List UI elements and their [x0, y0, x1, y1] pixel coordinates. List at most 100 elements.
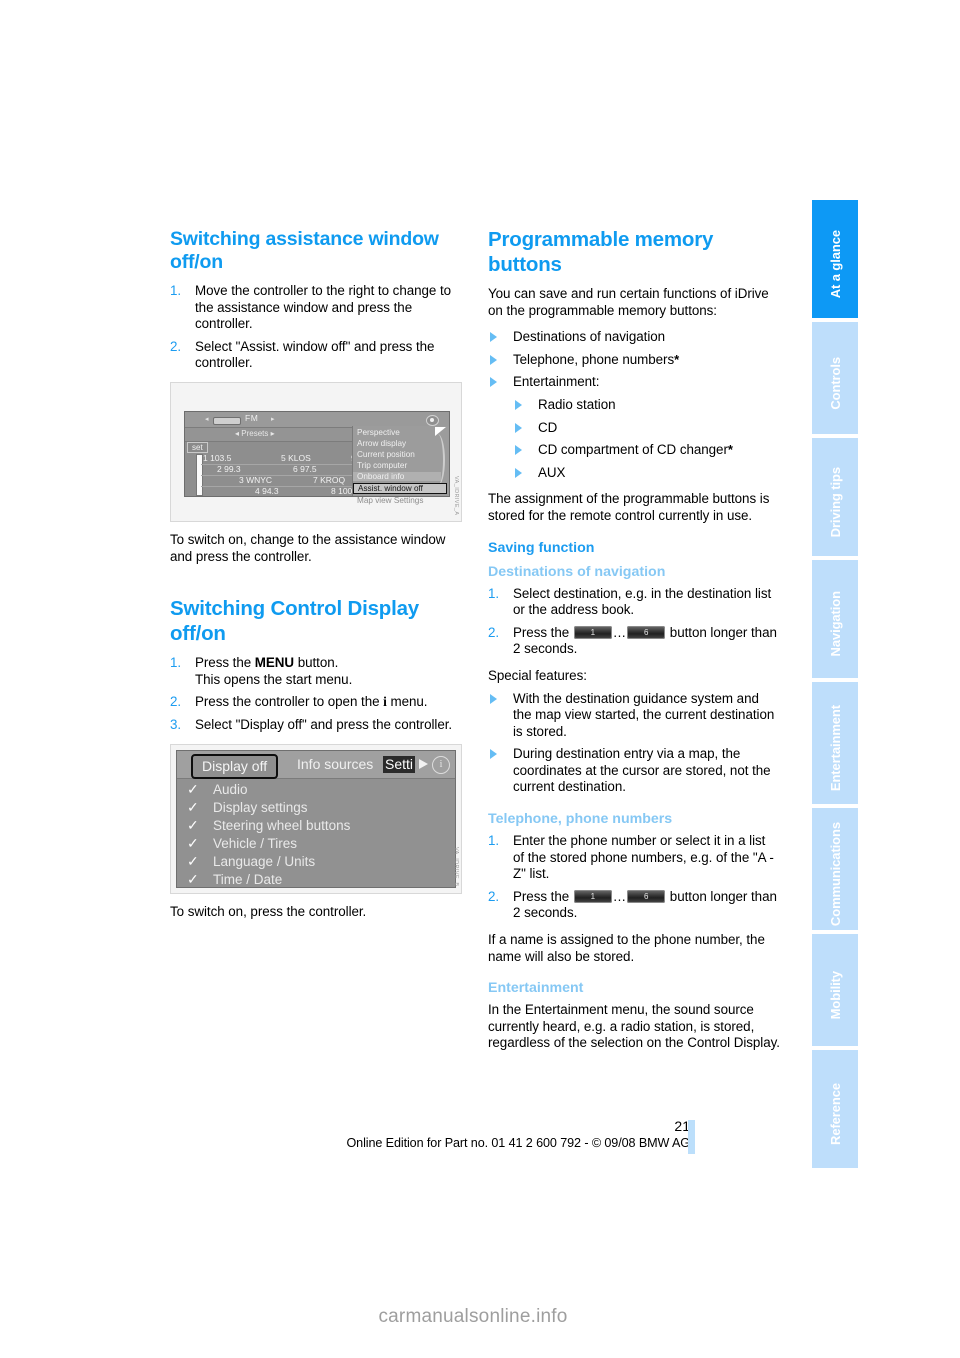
- step-text-before: Press the: [513, 624, 573, 640]
- sidebar-tab-reference[interactable]: Reference: [812, 1050, 858, 1168]
- bullet-label: CD: [538, 419, 558, 435]
- triangle-bullet-icon: [490, 749, 497, 760]
- bullet-label: Destinations of navigation: [513, 329, 666, 345]
- heading-programmable-memory-buttons: Programmable memory buttons: [488, 228, 714, 276]
- step-text: Select "Assist. window off" and press th…: [195, 338, 435, 371]
- step-item: 1. Enter the phone number or select it i…: [488, 833, 780, 883]
- step-text-line2: This opens the start menu.: [195, 671, 353, 687]
- assistance-window-menu: Perspective Arrow display Current positi…: [352, 425, 449, 505]
- tab-info-sources: Info sources: [297, 755, 374, 772]
- preset-item: 3 WNYC: [239, 474, 273, 485]
- bullet-item: CD: [513, 420, 780, 437]
- bullet-item: During destination entry via a map, the …: [488, 746, 780, 796]
- steps-assistance-window: 1. Move the controller to the right to c…: [170, 283, 462, 372]
- entertainment-sub-bullets: Radio station CD CD compartment of CD ch…: [513, 397, 780, 481]
- menu-item: Current position: [357, 449, 415, 459]
- memory-button-6-icon: 6: [627, 625, 666, 639]
- step-text: Enter the phone number or select it in a…: [513, 833, 774, 882]
- triangle-bullet-icon: [490, 354, 497, 365]
- menu-item: Arrow display: [357, 438, 407, 448]
- bullet-label: Radio station: [538, 396, 616, 412]
- stereo-indicator-icon: [426, 414, 439, 426]
- step-text: Move the controller to the right to chan…: [195, 283, 452, 332]
- sidebar-tab-navigation[interactable]: Navigation: [812, 560, 858, 678]
- footnote-asterisk: *: [674, 351, 680, 367]
- settings-item-label: Language / Units: [213, 853, 316, 869]
- entertainment-body: In the Entertainment menu, the sound sou…: [488, 1002, 780, 1051]
- memory-button-1-label: 1: [590, 891, 595, 901]
- triangle-bullet-icon: [515, 467, 522, 478]
- step-item: 2. Press the controller to open the i me…: [170, 694, 462, 711]
- check-icon: ✓: [187, 816, 199, 833]
- settings-list-item: ✓ Time / Date: [187, 871, 282, 888]
- heading-switching-assistance-window: Switching assistance window off/on: [170, 228, 439, 273]
- sidebar-tab-controls[interactable]: Controls: [812, 322, 858, 434]
- step-item: 1. Select destination, e.g. in the desti…: [488, 586, 780, 619]
- heading-switching-control-display: Switching Control Display off/on: [170, 597, 419, 645]
- memory-button-1-label: 1: [590, 627, 595, 637]
- left-column: Switching assistance window off/on 1. Mo…: [170, 228, 462, 930]
- sidebar-tab-mobility[interactable]: Mobility: [812, 934, 858, 1046]
- preset-item: 7 KROQ: [313, 474, 346, 485]
- chevron-left-icon: ◂: [235, 428, 240, 438]
- step-text-after: menu.: [386, 694, 428, 710]
- bullet-item: With the destination guidance system and…: [488, 691, 780, 741]
- idrive-radio-screen: ◂ FM ▸ ◂ Presets ▸ set 1 103.5 5 KLOS 2 …: [184, 410, 450, 505]
- menu-item: Perspective: [357, 427, 400, 437]
- control-display-followup: To switch on, press the controller.: [170, 903, 367, 919]
- bullet-label: CD compartment of CD changer: [538, 442, 728, 458]
- ellipsis: …: [612, 888, 627, 904]
- step-text-before: Press the: [195, 655, 255, 671]
- chevron-right-icon: ▸: [271, 415, 275, 423]
- menu-item: Trip computer: [357, 460, 408, 470]
- preset-item: 2 99.3: [217, 463, 241, 474]
- settings-list-item: ✓ Display settings: [187, 799, 308, 816]
- triangle-bullet-icon: [515, 422, 522, 433]
- memory-button-1-icon: 1: [573, 625, 612, 639]
- bullet-label: AUX: [538, 464, 566, 480]
- settings-list-item: ✓ Audio: [187, 781, 248, 798]
- footer-edition-line: Online Edition for Part no. 01 41 2 600 …: [346, 1136, 690, 1150]
- sidebar-tab-communications[interactable]: Communications: [812, 808, 858, 930]
- sidebar-tab-at-a-glance[interactable]: At a glance: [812, 200, 858, 318]
- heading-entertainment: Entertainment: [488, 980, 584, 997]
- right-column: Programmable memory buttons You can save…: [488, 228, 780, 1062]
- step-item: 2. Press the 1… 6 button longer than 2 se…: [488, 625, 780, 658]
- settings-tab-bar: Display off Info sources Setti i: [177, 750, 455, 779]
- triangle-bullet-icon: [490, 332, 497, 343]
- special-features-label: Special features:: [488, 667, 587, 683]
- preset-item: 5 KLOS: [281, 452, 311, 463]
- bullet-label: Entertainment:: [513, 374, 600, 390]
- sidebar-tab-label: Reference: [827, 1083, 843, 1145]
- check-icon: ✓: [187, 780, 199, 797]
- presets-text: Presets: [241, 428, 269, 438]
- step-text-before: Press the controller to open the: [195, 694, 384, 710]
- site-watermark: carmanualsonline.info: [378, 1306, 568, 1327]
- menu-item-onboard-info: Onboard info: [353, 471, 441, 481]
- bullet-item: Entertainment: Radio station CD CD compa…: [488, 374, 780, 481]
- step-number: 2.: [170, 694, 182, 710]
- step-text-before: Press the: [513, 888, 573, 904]
- triangle-bullet-icon: [490, 693, 497, 704]
- chevron-left-icon: ◂: [205, 415, 209, 423]
- step-item: 2. Select "Assist. window off" and press…: [170, 339, 462, 372]
- programmable-bullets: Destinations of navigation Telephone, ph…: [488, 329, 780, 481]
- sidebar-tab-label: Driving tips: [827, 466, 843, 538]
- memory-button-6-label: 6: [643, 627, 649, 637]
- memory-button-1-icon: 1: [573, 889, 612, 903]
- step-item: 1. Move the controller to the right to c…: [170, 283, 462, 333]
- heading-destinations-of-navigation: Destinations of navigation: [488, 563, 666, 580]
- set-button: set: [187, 441, 208, 453]
- check-icon: ✓: [187, 798, 199, 815]
- step-number: 3.: [170, 716, 182, 732]
- step-number: 1.: [488, 585, 500, 601]
- preset-item: 4 94.3: [255, 485, 279, 496]
- sidebar-tab-label: Entertainment: [827, 704, 843, 792]
- bullet-item: Destinations of navigation: [488, 329, 780, 346]
- sidebar-tab-label: Mobility: [827, 970, 843, 1020]
- menu-button-label: MENU: [254, 655, 295, 671]
- figure-code: VA_IDRIVE_A: [453, 475, 459, 515]
- sidebar-tab-label: Communications: [827, 821, 843, 927]
- sidebar-tab-entertainment[interactable]: Entertainment: [812, 682, 858, 804]
- sidebar-tab-driving-tips[interactable]: Driving tips: [812, 438, 858, 556]
